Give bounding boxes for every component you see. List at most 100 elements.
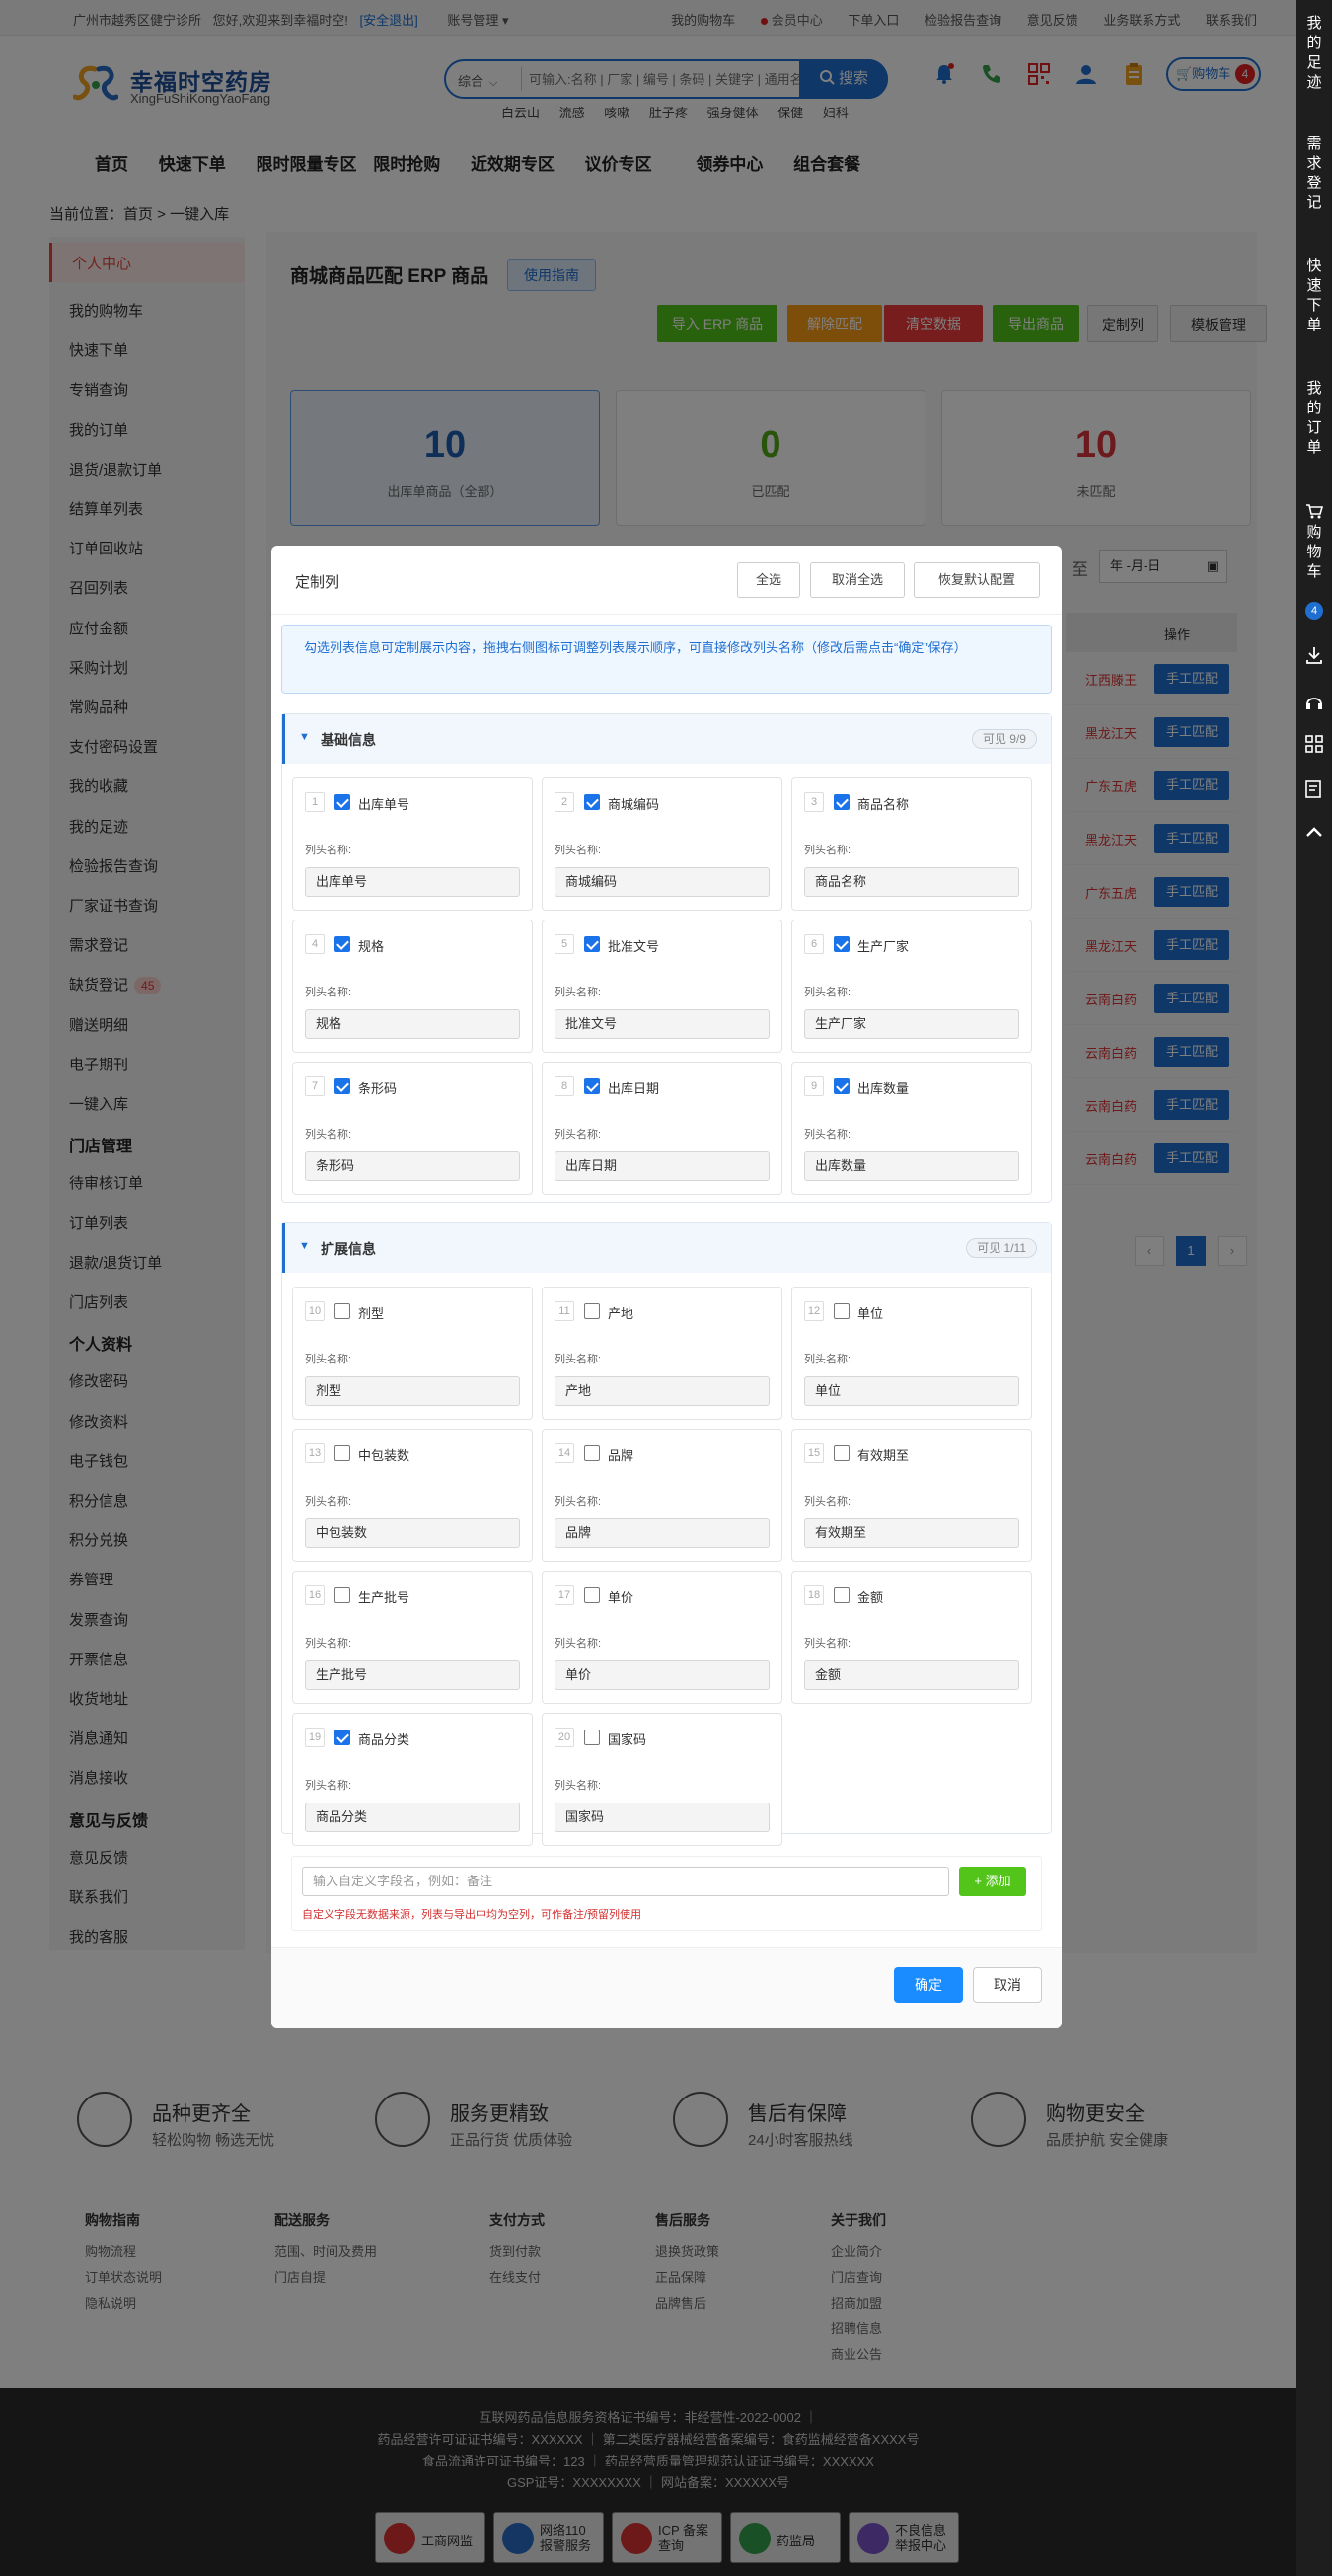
- drag-order-index[interactable]: 17: [555, 1585, 574, 1605]
- column-header-input[interactable]: 产地: [555, 1376, 770, 1406]
- drag-order-index[interactable]: 2: [555, 792, 574, 812]
- add-field-button[interactable]: + 添加: [959, 1867, 1026, 1896]
- column-name: 产地: [608, 1306, 634, 1321]
- column-checkbox[interactable]: [334, 936, 350, 952]
- section-header[interactable]: ▼ 基础信息 可见 9/9: [282, 714, 1051, 764]
- deselect-all-button[interactable]: 取消全选: [810, 562, 905, 598]
- column-checkbox[interactable]: [834, 936, 850, 952]
- toolbar-footprint[interactable]: 我的足迹: [1296, 14, 1332, 93]
- column-checkbox[interactable]: [834, 1587, 850, 1603]
- column-checkbox[interactable]: [584, 1730, 600, 1745]
- cancel-button[interactable]: 取消: [973, 1967, 1042, 2003]
- toolbar-demand[interactable]: 需求登记: [1296, 134, 1332, 213]
- column-checkbox[interactable]: [584, 1445, 600, 1461]
- back-to-top-icon[interactable]: [1304, 823, 1324, 843]
- column-checkbox[interactable]: [334, 1730, 350, 1745]
- column-header-input[interactable]: 单价: [555, 1660, 770, 1690]
- column-header-input[interactable]: 有效期至: [804, 1518, 1019, 1548]
- drag-order-index[interactable]: 16: [305, 1585, 325, 1605]
- column-checkbox[interactable]: [834, 1445, 850, 1461]
- drag-order-index[interactable]: 11: [555, 1301, 574, 1321]
- column-checkbox[interactable]: [334, 1445, 350, 1461]
- drag-order-index[interactable]: 18: [804, 1585, 824, 1605]
- drag-order-index[interactable]: 8: [555, 1076, 574, 1096]
- column-checkbox[interactable]: [584, 794, 600, 810]
- drag-order-index[interactable]: 5: [555, 934, 574, 954]
- column-header-input[interactable]: 品牌: [555, 1518, 770, 1548]
- confirm-button[interactable]: 确定: [894, 1967, 963, 2003]
- column-checkbox[interactable]: [834, 1078, 850, 1094]
- column-checkbox[interactable]: [584, 936, 600, 952]
- download-icon[interactable]: [1304, 645, 1324, 665]
- column-header-input[interactable]: 出库日期: [555, 1151, 770, 1181]
- toolbar-quick-order[interactable]: 快速下单: [1296, 257, 1332, 335]
- column-header-input[interactable]: 单位: [804, 1376, 1019, 1406]
- drag-order-index[interactable]: 19: [305, 1728, 325, 1747]
- column-header-input[interactable]: 中包装数: [305, 1518, 520, 1548]
- drag-order-index[interactable]: 3: [804, 792, 824, 812]
- column-header-input[interactable]: 条形码: [305, 1151, 520, 1181]
- column-header-input[interactable]: 金额: [804, 1660, 1019, 1690]
- column-header-input[interactable]: 出库单号: [305, 867, 520, 897]
- column-name: 批准文号: [608, 939, 660, 954]
- custom-field-input[interactable]: 输入自定义字段名，例如：备注: [302, 1867, 949, 1896]
- column-checkbox[interactable]: [584, 1078, 600, 1094]
- column-header-input[interactable]: 商城编码: [555, 867, 770, 897]
- column-header-input[interactable]: 批准文号: [555, 1009, 770, 1039]
- column-name: 出库日期: [608, 1081, 660, 1096]
- column-label-caption: 列头名称:: [305, 1638, 352, 1650]
- column-header-input[interactable]: 出库数量: [804, 1151, 1019, 1181]
- drag-order-index[interactable]: 15: [804, 1443, 824, 1463]
- drag-order-index[interactable]: 20: [555, 1728, 574, 1747]
- section-basic: ▼ 基础信息 可见 9/9 1 出库单号 列头名称: 出库单号 2 商城编码 列头名称: 商城…: [281, 713, 1052, 1203]
- column-checkbox[interactable]: [334, 1303, 350, 1319]
- column-header-input[interactable]: 规格: [305, 1009, 520, 1039]
- edit-icon[interactable]: [1304, 779, 1324, 799]
- drag-order-index[interactable]: 6: [804, 934, 824, 954]
- drag-order-index[interactable]: 7: [305, 1076, 325, 1096]
- toolbar-cart-count: 4: [1296, 600, 1332, 620]
- column-header-input[interactable]: 国家码: [555, 1803, 770, 1832]
- toolbar-cart[interactable]: 购物车: [1296, 523, 1332, 582]
- select-all-button[interactable]: 全选: [737, 562, 800, 598]
- column-checkbox[interactable]: [334, 1078, 350, 1094]
- reset-default-button[interactable]: 恢复默认配置: [914, 562, 1040, 598]
- drag-order-index[interactable]: 12: [804, 1301, 824, 1321]
- column-card: 4 规格 列头名称: 规格: [292, 920, 533, 1053]
- column-header-input[interactable]: 生产厂家: [804, 1009, 1019, 1039]
- headset-icon[interactable]: [1304, 693, 1324, 712]
- column-header-input[interactable]: 商品名称: [804, 867, 1019, 897]
- column-name: 有效期至: [857, 1448, 910, 1463]
- column-header-input[interactable]: 剂型: [305, 1376, 520, 1406]
- section-extended: ▼ 扩展信息 可见 1/11 10 剂型 列头名称: 剂型 11 产地 列头名称: 产地 12 单…: [281, 1222, 1052, 1846]
- column-name: 中包装数: [358, 1448, 410, 1463]
- column-header-input[interactable]: 商品分类: [305, 1803, 520, 1832]
- column-name: 剂型: [358, 1306, 385, 1321]
- section-header[interactable]: ▼ 扩展信息 可见 1/11: [282, 1223, 1051, 1273]
- column-checkbox[interactable]: [334, 794, 350, 810]
- column-label-caption: 列头名称:: [804, 1129, 851, 1141]
- column-card: 10 剂型 列头名称: 剂型: [292, 1287, 533, 1420]
- column-label-caption: 列头名称:: [305, 1129, 352, 1141]
- drag-order-index[interactable]: 13: [305, 1443, 325, 1463]
- drag-order-index[interactable]: 1: [305, 792, 325, 812]
- column-card: 19 商品分类 列头名称: 商品分类: [292, 1713, 533, 1846]
- column-checkbox[interactable]: [834, 794, 850, 810]
- column-label-caption: 列头名称:: [555, 987, 602, 998]
- drag-order-index[interactable]: 9: [804, 1076, 824, 1096]
- column-checkbox[interactable]: [584, 1303, 600, 1319]
- drag-order-index[interactable]: 10: [305, 1301, 325, 1321]
- drag-order-index[interactable]: 4: [305, 934, 325, 954]
- column-checkbox[interactable]: [834, 1303, 850, 1319]
- column-name: 商城编码: [608, 797, 660, 812]
- grid-icon[interactable]: [1304, 734, 1324, 754]
- column-card: 11 产地 列头名称: 产地: [542, 1287, 782, 1420]
- column-card: 7 条形码 列头名称: 条形码: [292, 1062, 533, 1195]
- drag-order-index[interactable]: 14: [555, 1443, 574, 1463]
- column-checkbox[interactable]: [584, 1587, 600, 1603]
- toolbar-my-orders[interactable]: 我的订单: [1296, 379, 1332, 458]
- right-toolbar: 我的足迹 需求登记 快速下单 我的订单 购物车 4: [1296, 0, 1332, 2576]
- column-checkbox[interactable]: [334, 1587, 350, 1603]
- column-header-input[interactable]: 生产批号: [305, 1660, 520, 1690]
- column-label-caption: 列头名称:: [555, 1129, 602, 1141]
